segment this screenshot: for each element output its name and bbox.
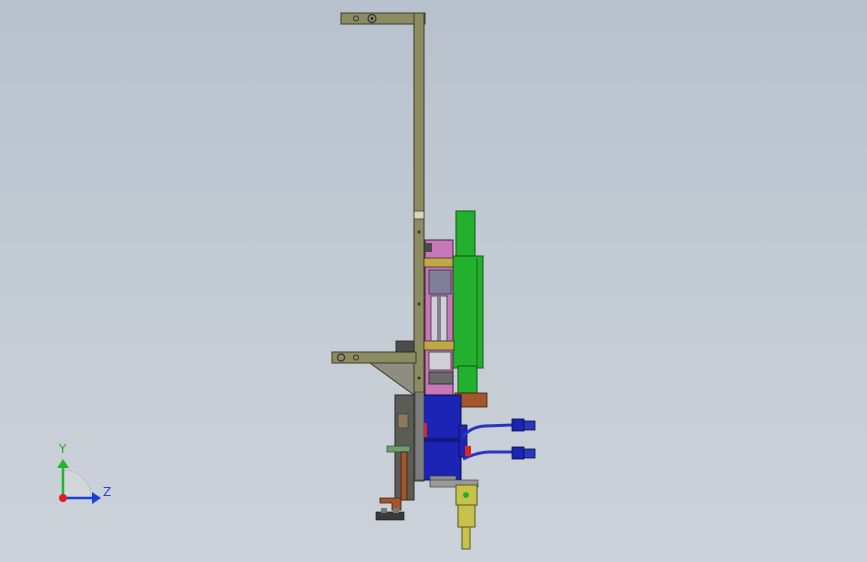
cad-viewport[interactable]: Y Z: [0, 0, 867, 562]
green-cylinder[interactable]: [451, 210, 484, 394]
orientation-triad: [57, 459, 101, 504]
middle-arm-bracket[interactable]: [331, 340, 417, 396]
bottom-nozzle[interactable]: [429, 479, 479, 550]
air-fittings[interactable]: [461, 418, 536, 461]
x-axis-dot: [59, 494, 67, 502]
blue-motor[interactable]: [414, 391, 468, 483]
assembly-model[interactable]: [0, 0, 867, 562]
z-axis-label: Z: [103, 485, 112, 499]
y-axis-label: Y: [59, 442, 67, 456]
lower-hanger[interactable]: [375, 394, 415, 521]
top-arm-bracket[interactable]: [340, 12, 426, 25]
slide-mechanism[interactable]: [423, 239, 455, 399]
